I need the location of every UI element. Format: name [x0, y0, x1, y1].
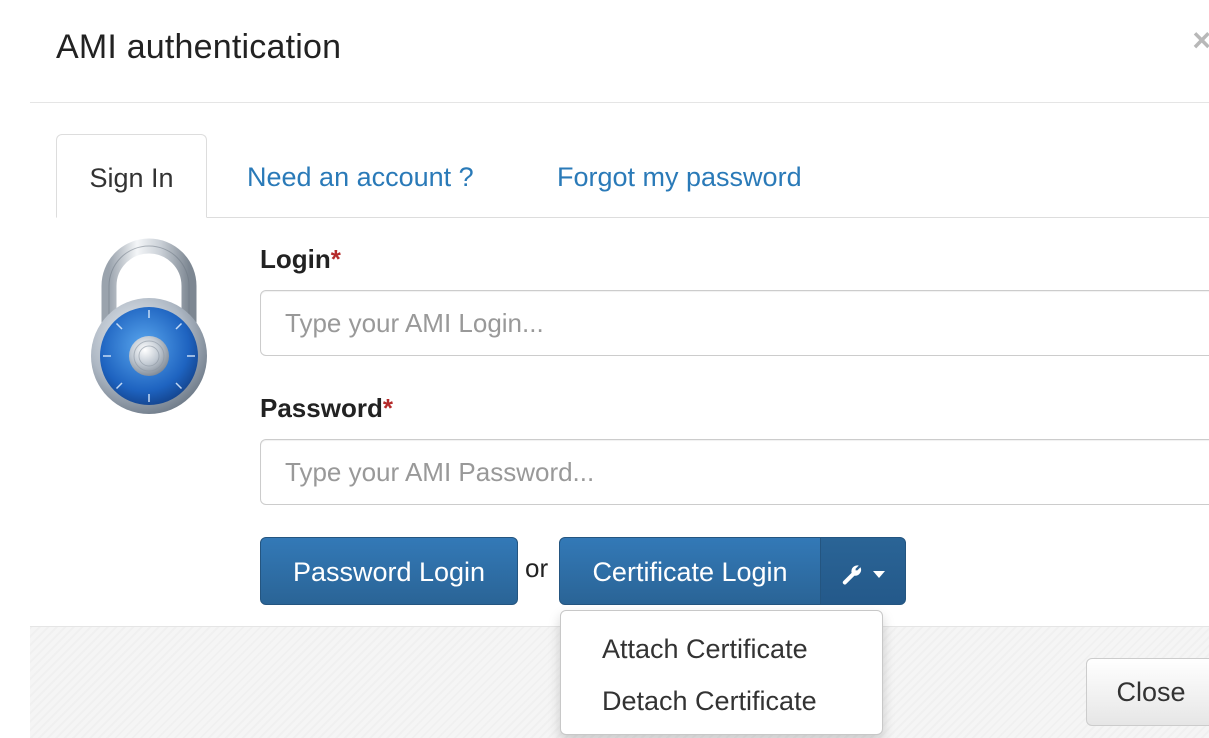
login-label: Login* [260, 244, 341, 275]
required-mark: * [330, 244, 341, 274]
wrench-icon [840, 557, 872, 587]
login-input[interactable] [260, 290, 1209, 356]
password-label-text: Password [260, 393, 383, 423]
tab-sign-in[interactable]: Sign In [56, 134, 207, 218]
detach-certificate-item[interactable]: Detach Certificate [561, 675, 882, 727]
login-label-text: Login [260, 244, 331, 274]
certificate-login-button[interactable]: Certificate Login [559, 537, 821, 605]
close-icon[interactable]: × [1192, 24, 1209, 56]
tab-forgot-password[interactable]: Forgot my password [557, 134, 802, 217]
modal-header: AMI authentication × [30, 0, 1209, 103]
attach-certificate-item[interactable]: Attach Certificate [561, 623, 882, 675]
password-login-button[interactable]: Password Login [260, 537, 518, 605]
padlock-icon [84, 238, 214, 423]
or-separator: or [525, 553, 549, 583]
auth-modal: AMI authentication × Sign In Need an acc… [0, 0, 1209, 738]
password-label: Password* [260, 393, 393, 424]
tab-need-account[interactable]: Need an account ? [247, 134, 474, 217]
required-mark: * [382, 393, 393, 423]
caret-down-icon [872, 557, 886, 587]
password-input[interactable] [260, 439, 1209, 505]
close-button[interactable]: Close [1086, 658, 1209, 726]
certificate-dropdown-menu: Attach Certificate Detach Certificate [560, 610, 883, 735]
tab-bar: Sign In Need an account ? Forgot my pass… [56, 134, 1209, 218]
certificate-options-toggle[interactable] [820, 537, 906, 605]
modal-title: AMI authentication [56, 28, 342, 66]
